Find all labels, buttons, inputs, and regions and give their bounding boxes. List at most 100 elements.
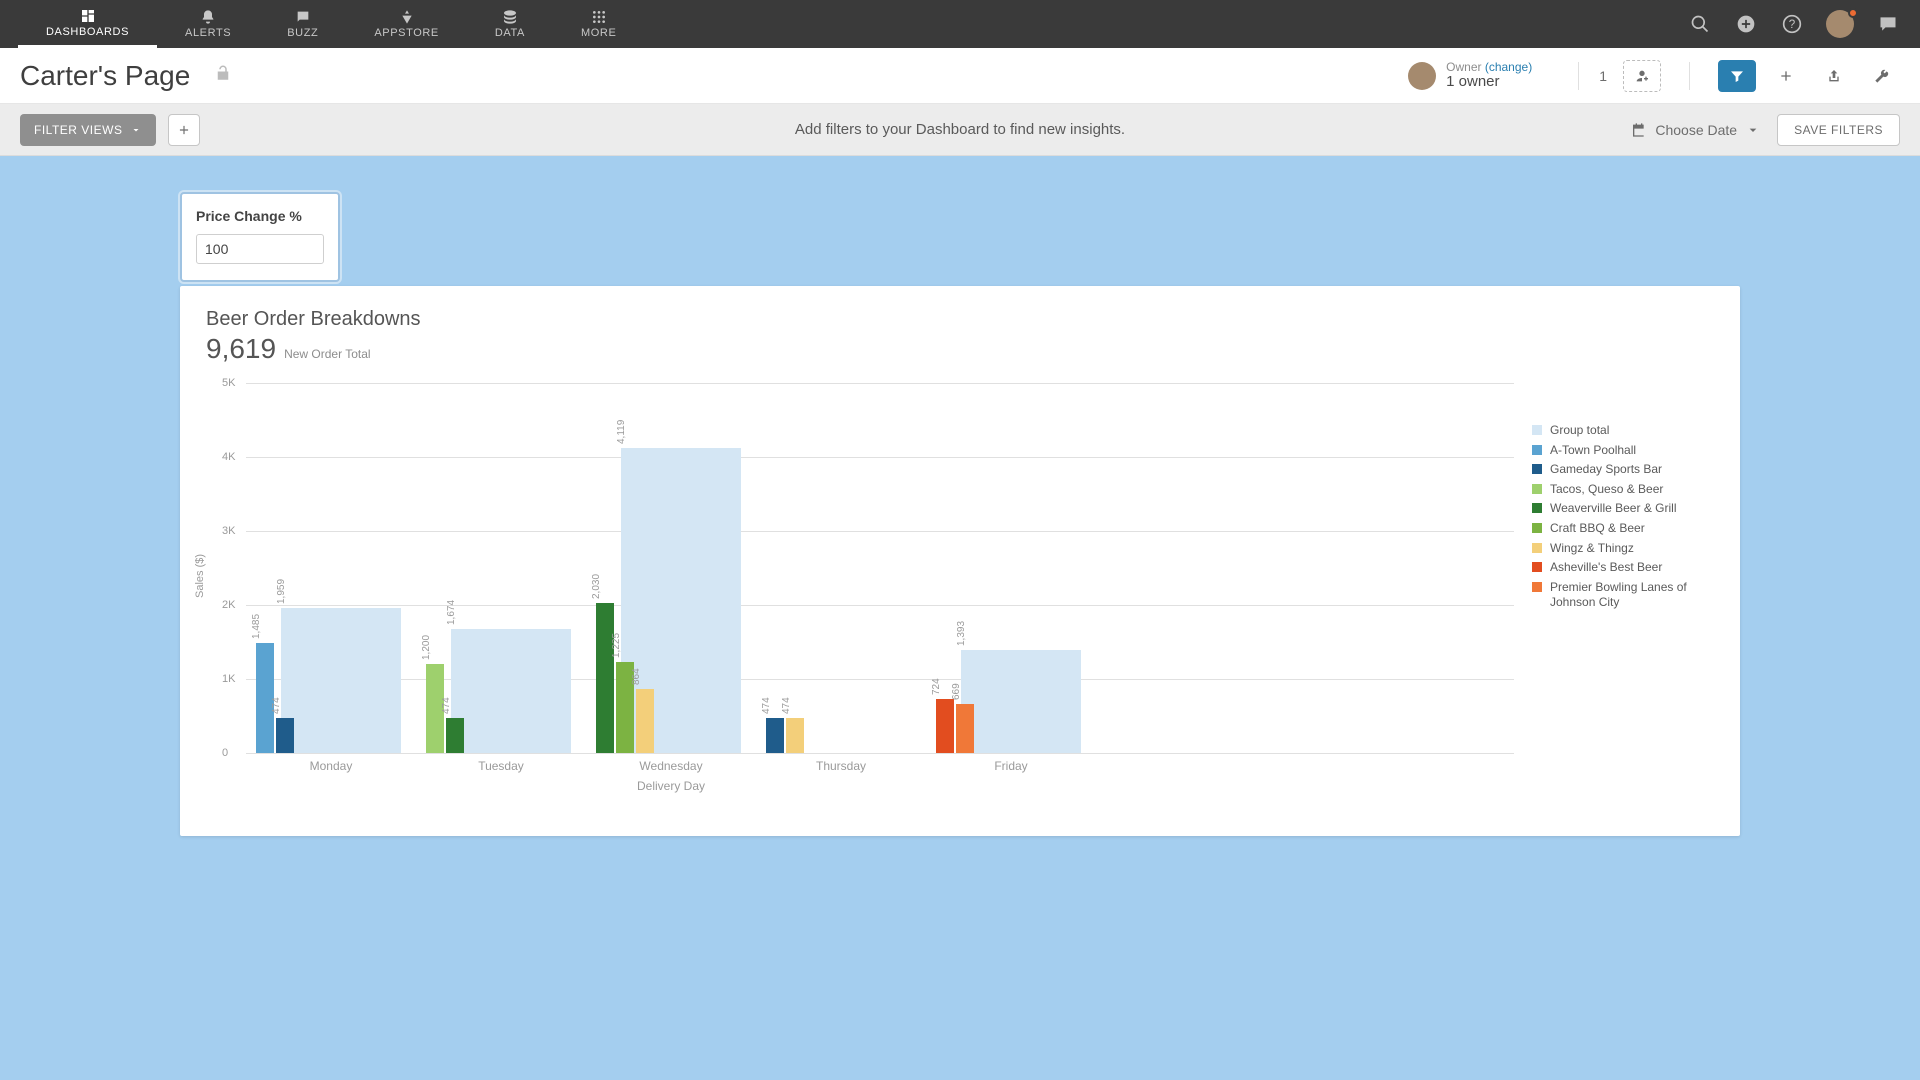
help-icon[interactable]: ? [1780, 12, 1804, 36]
price-change-card[interactable]: Price Change % [180, 192, 340, 282]
legend-label: Wingz & Thingz [1550, 541, 1634, 557]
x-tick-label: Thursday [756, 759, 926, 773]
legend-swatch [1532, 582, 1542, 592]
topbar: DASHBOARDS ALERTS BUZZ APPSTORE DATA MOR… [0, 0, 1920, 48]
legend-item: Premier Bowling Lanes of Johnson City [1532, 580, 1714, 611]
bar-value-label: 2,030 [591, 574, 602, 599]
choose-date-label: Choose Date [1655, 122, 1737, 138]
search-icon[interactable] [1688, 12, 1712, 36]
chart-area: Sales ($) 01K2K3K4K5K1,9591,485474Monday… [206, 383, 1714, 813]
filter-hint: Add filters to your Dashboard to find ne… [795, 121, 1125, 138]
chevron-down-icon [130, 124, 142, 136]
nav-appstore[interactable]: APPSTORE [346, 0, 467, 48]
filter-views-button[interactable]: FILTER VIEWS [20, 114, 156, 146]
bar-value-label: 864 [631, 668, 642, 685]
price-change-input[interactable] [196, 234, 324, 264]
add-person-button[interactable] [1623, 60, 1661, 92]
change-owner-link[interactable]: (change) [1485, 60, 1532, 74]
bar-value-label: 724 [931, 679, 942, 696]
legend-item: Tacos, Queso & Beer [1532, 482, 1714, 498]
legend-item: Craft BBQ & Beer [1532, 521, 1714, 537]
legend-label: Asheville's Best Beer [1550, 560, 1662, 576]
category-group: 1,393724669Friday [926, 383, 1096, 753]
lock-icon[interactable] [214, 64, 232, 87]
legend-item: Weaverville Beer & Grill [1532, 501, 1714, 517]
nav-more[interactable]: MORE [553, 0, 644, 48]
legend-item: Group total [1532, 423, 1714, 439]
legend-item: Gameday Sports Bar [1532, 462, 1714, 478]
filter-views-label: FILTER VIEWS [34, 123, 122, 137]
category-group: 1,9591,485474Monday [246, 383, 416, 753]
nav-label: BUZZ [287, 27, 318, 39]
group-total-bar [961, 650, 1081, 753]
owner-count: 1 owner [1446, 74, 1532, 91]
dashboard-icon [80, 8, 96, 24]
chevron-down-icon [1745, 122, 1761, 138]
bar-value-label: 474 [761, 697, 772, 714]
nav-label: MORE [581, 27, 616, 39]
legend-swatch [1532, 562, 1542, 572]
user-avatar[interactable] [1826, 10, 1854, 38]
series-bar [936, 699, 954, 753]
chat-icon [295, 9, 311, 25]
y-tick: 4K [222, 451, 235, 463]
choose-date-button[interactable]: Choose Date [1631, 122, 1761, 138]
feedback-icon[interactable] [1876, 12, 1900, 36]
add-filter-button[interactable] [168, 114, 200, 146]
owner-block: Owner (change) 1 owner [1408, 61, 1532, 91]
series-bars [936, 699, 974, 753]
legend-label: Tacos, Queso & Beer [1550, 482, 1663, 498]
bar-value-label: 1,200 [421, 635, 432, 660]
chart-card[interactable]: Beer Order Breakdowns 9,619 New Order To… [180, 286, 1740, 836]
y-tick: 1K [222, 673, 235, 685]
x-tick-label: Tuesday [416, 759, 586, 773]
nav-label: DASHBOARDS [46, 26, 129, 38]
y-tick: 5K [222, 377, 235, 389]
save-filters-button[interactable]: SAVE FILTERS [1777, 114, 1900, 146]
x-tick-label: Monday [246, 759, 416, 773]
grid-icon [591, 9, 607, 25]
wrench-icon[interactable] [1864, 60, 1900, 92]
legend-item: Asheville's Best Beer [1532, 560, 1714, 576]
database-icon [502, 9, 518, 25]
bar-value-label: 1,225 [611, 633, 622, 658]
series-bar [786, 718, 804, 753]
legend-label: Premier Bowling Lanes of Johnson City [1550, 580, 1714, 611]
owner-label: Owner [1446, 60, 1481, 74]
add-card-button[interactable] [1768, 60, 1804, 92]
bar-value-label: 474 [441, 697, 452, 714]
series-bar [596, 603, 614, 753]
nav-dashboards[interactable]: DASHBOARDS [18, 0, 157, 48]
price-change-label: Price Change % [196, 208, 324, 224]
nav-data[interactable]: DATA [467, 0, 553, 48]
bar-value-label: 1,485 [251, 614, 262, 639]
filter-button[interactable] [1718, 60, 1756, 92]
metric-value: 9,619 [206, 333, 276, 365]
metric-label: New Order Total [284, 347, 370, 361]
group-total-bar [281, 608, 401, 753]
legend-swatch [1532, 425, 1542, 435]
svg-text:?: ? [1789, 18, 1796, 31]
legend-swatch [1532, 445, 1542, 455]
share-button[interactable] [1816, 60, 1852, 92]
chart-legend: Group total A-Town Poolhall Gameday Sports… [1514, 383, 1714, 813]
owner-avatar[interactable] [1408, 62, 1436, 90]
legend-swatch [1532, 503, 1542, 513]
legend-label: Weaverville Beer & Grill [1550, 501, 1676, 517]
nav-label: ALERTS [185, 27, 231, 39]
appstore-icon [399, 9, 415, 25]
category-group: 474474Thursday [756, 383, 926, 753]
nav-alerts[interactable]: ALERTS [157, 0, 259, 48]
series-bar [636, 689, 654, 753]
divider [1578, 62, 1579, 90]
series-bar [446, 718, 464, 753]
page-header: Carter's Page Owner (change) 1 owner 1 [0, 48, 1920, 104]
add-icon[interactable] [1734, 12, 1758, 36]
legend-label: A-Town Poolhall [1550, 443, 1636, 459]
nav-buzz[interactable]: BUZZ [259, 0, 346, 48]
filter-subbar: FILTER VIEWS Add filters to your Dashboa… [0, 104, 1920, 156]
topbar-right: ? [1688, 0, 1920, 48]
bar-value-label: 1,959 [276, 579, 287, 604]
series-bars [596, 603, 654, 753]
y-tick: 0 [222, 747, 228, 759]
